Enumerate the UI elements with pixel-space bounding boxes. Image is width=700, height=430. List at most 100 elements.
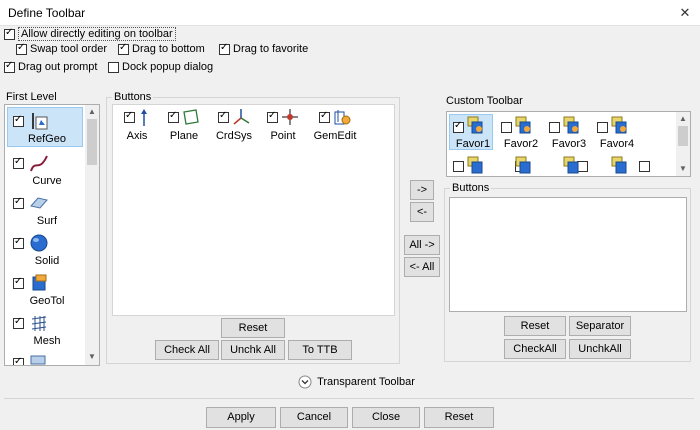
custom-buttons-label: Buttons — [450, 182, 492, 194]
drag-to-bottom-option[interactable]: Drag to bottom — [118, 42, 205, 55]
favorite-toolbar-icon — [611, 116, 627, 134]
custom-reset-button[interactable]: Reset — [504, 316, 566, 336]
surf-checkbox[interactable] — [13, 196, 24, 209]
check-all-button[interactable]: Check All — [155, 340, 219, 360]
first-level-scrollbar[interactable]: ▲ ▼ — [85, 105, 99, 365]
point-label: Point — [270, 130, 296, 142]
transparent-toolbar-label: Transparent Toolbar — [317, 376, 415, 388]
favorite-item-1[interactable]: Favor1 — [451, 115, 495, 151]
axis-icon — [141, 109, 147, 126]
curve-checkbox[interactable] — [13, 156, 24, 169]
dock-popup-dialog-checkbox[interactable] — [108, 61, 119, 73]
scroll-up-icon[interactable]: ▲ — [676, 114, 690, 124]
tool-crdsys[interactable]: CrdSys — [212, 108, 256, 142]
refgeo-checkbox[interactable] — [13, 114, 24, 127]
tool-axis[interactable]: Axis — [116, 108, 158, 142]
favorite-row2-checkbox-4[interactable] — [639, 160, 651, 172]
favorite-toolbar-icon — [611, 156, 627, 174]
apply-button[interactable]: Apply — [206, 407, 276, 428]
custom-buttons-list[interactable] — [449, 197, 687, 312]
solid-icon — [30, 234, 48, 252]
allow-direct-edit-option[interactable]: Allow directly editing on toolbar — [4, 27, 176, 42]
scroll-down-icon[interactable]: ▼ — [85, 352, 99, 362]
tool-plane[interactable]: Plane — [162, 108, 206, 142]
plane-checkbox[interactable] — [168, 110, 179, 123]
first-level-item-geotol[interactable]: GeoTol — [11, 273, 83, 309]
next-item-checkbox[interactable] — [13, 356, 24, 365]
gemedit-icon — [334, 110, 351, 125]
surf-label: Surf — [36, 215, 58, 227]
swap-tool-order-checkbox[interactable] — [16, 42, 27, 55]
to-ttb-button[interactable]: To TTB — [288, 340, 352, 360]
axis-checkbox[interactable] — [124, 110, 135, 123]
drag-to-favorite-checkbox[interactable] — [219, 42, 230, 55]
swap-tool-order-option[interactable]: Swap tool order — [16, 42, 107, 55]
close-button[interactable]: Close — [352, 407, 420, 428]
first-level-list[interactable]: RefGeo Curve Surf Solid GeoTol — [4, 104, 100, 366]
close-window-button[interactable]: ✕ — [676, 4, 694, 22]
surf-icon — [30, 197, 48, 209]
favorite-item-3[interactable]: Favor3 — [547, 115, 591, 151]
tool-point[interactable]: Point — [262, 108, 304, 142]
point-icon — [282, 109, 298, 125]
custom-check-all-button[interactable]: CheckAll — [504, 339, 566, 359]
buttons-group-label: Buttons — [112, 91, 154, 103]
drag-to-bottom-checkbox[interactable] — [118, 42, 129, 55]
custom-uncheck-all-button[interactable]: UnchkAll — [569, 339, 631, 359]
cancel-button[interactable]: Cancel — [280, 407, 348, 428]
allow-direct-edit-label: Allow directly editing on toolbar — [18, 27, 176, 42]
drag-out-prompt-checkbox[interactable] — [4, 60, 15, 73]
crdsys-label: CrdSys — [215, 130, 253, 142]
drag-out-prompt-option[interactable]: Drag out prompt — [4, 60, 98, 74]
first-level-item-curve[interactable]: Curve — [11, 153, 83, 189]
separator-button[interactable]: Separator — [569, 316, 631, 336]
geotol-checkbox[interactable] — [13, 276, 24, 289]
first-level-scroll-thumb[interactable] — [87, 119, 97, 165]
favorite-toolbar-icon — [563, 156, 579, 174]
window-title: Define Toolbar — [8, 6, 86, 20]
first-level-label: First Level — [6, 91, 57, 103]
favor1-checkbox[interactable] — [453, 120, 464, 133]
add-button[interactable]: -> — [410, 180, 434, 200]
remove-all-button[interactable]: <- All — [404, 257, 440, 277]
favorite-item-4[interactable]: Favor4 — [595, 115, 639, 151]
solid-checkbox[interactable] — [13, 236, 24, 249]
transparent-toolbar-toggle[interactable]: Transparent Toolbar — [298, 375, 415, 389]
allow-direct-edit-checkbox[interactable] — [4, 27, 15, 40]
point-checkbox[interactable] — [267, 110, 278, 123]
favor2-checkbox[interactable] — [501, 121, 512, 133]
custom-toolbar-scroll-thumb[interactable] — [678, 126, 688, 146]
buttons-reset-button[interactable]: Reset — [221, 318, 285, 338]
custom-toolbar-scrollbar[interactable]: ▲ ▼ — [676, 112, 690, 176]
drag-out-prompt-label: Drag out prompt — [18, 61, 98, 74]
refgeo-icon — [32, 113, 48, 130]
add-all-button[interactable]: All -> — [404, 235, 440, 255]
mesh-checkbox[interactable] — [13, 316, 24, 329]
plane-label: Plane — [169, 130, 199, 142]
favor4-checkbox[interactable] — [597, 121, 608, 133]
custom-toolbar-list[interactable]: Favor1 Favor2 Favor3 Favor4 ▲ ▼ — [446, 111, 691, 177]
first-level-item-mesh[interactable]: Mesh — [11, 313, 83, 349]
first-level-item-solid[interactable]: Solid — [11, 233, 83, 269]
gemedit-label: GemEdit — [313, 130, 357, 142]
footer-reset-button[interactable]: Reset — [424, 407, 494, 428]
tool-gemedit[interactable]: GemEdit — [308, 108, 362, 143]
favor3-label: Favor3 — [551, 138, 587, 150]
favorite-toolbar-icon — [467, 116, 483, 134]
favorite-item-2[interactable]: Favor2 — [499, 115, 543, 151]
favor3-checkbox[interactable] — [549, 121, 560, 133]
scroll-up-icon[interactable]: ▲ — [85, 107, 99, 117]
scroll-down-icon[interactable]: ▼ — [676, 164, 690, 174]
axis-label: Axis — [126, 130, 148, 142]
favorite-row2-checkbox-1[interactable] — [453, 160, 464, 172]
crdsys-checkbox[interactable] — [218, 110, 229, 123]
solid-label: Solid — [34, 255, 60, 267]
remove-button[interactable]: <- — [410, 202, 434, 222]
first-level-item-surf[interactable]: Surf — [11, 193, 83, 229]
drag-to-favorite-option[interactable]: Drag to favorite — [219, 42, 308, 55]
dock-popup-dialog-option[interactable]: Dock popup dialog — [108, 61, 213, 73]
gemedit-checkbox[interactable] — [319, 110, 330, 123]
uncheck-all-button[interactable]: Unchk All — [221, 340, 285, 360]
first-level-item-refgeo[interactable]: RefGeo — [11, 111, 83, 147]
favorite-toolbar-icon — [467, 156, 483, 174]
